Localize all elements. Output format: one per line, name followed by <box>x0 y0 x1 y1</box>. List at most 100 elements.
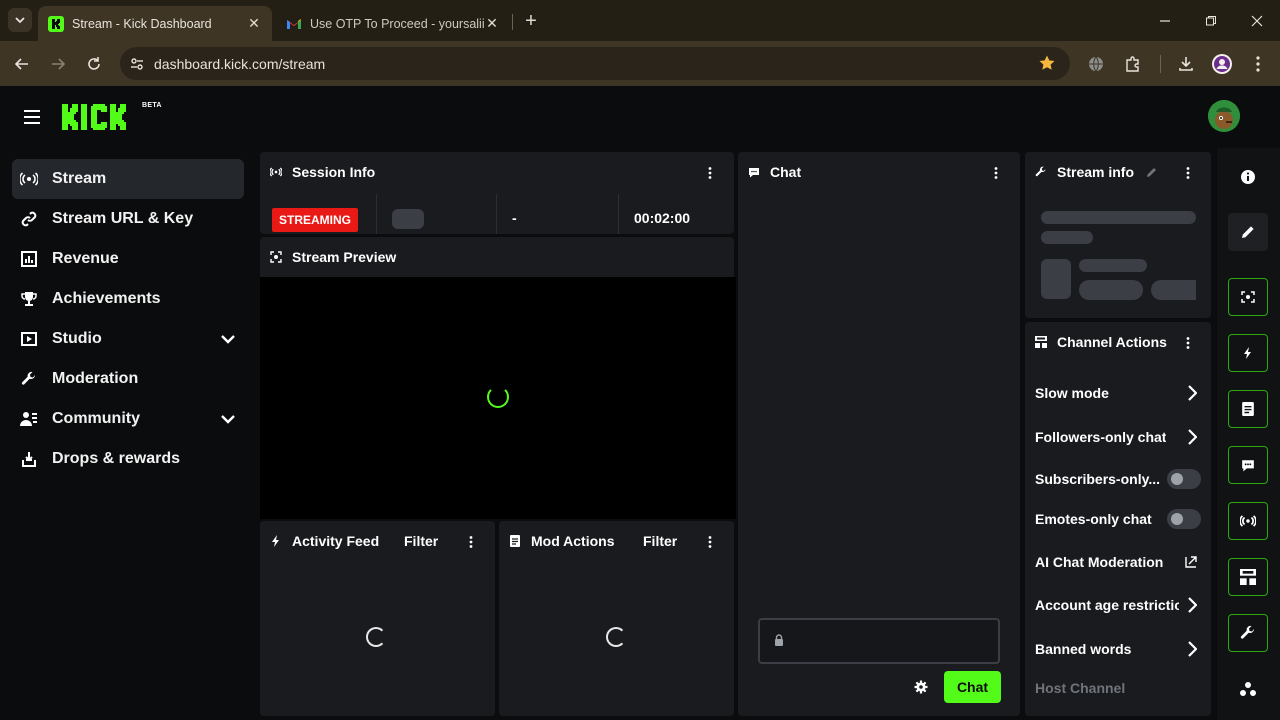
channel-actions-icon <box>1035 336 1047 348</box>
filter-button[interactable]: Filter <box>643 533 677 549</box>
back-button[interactable] <box>10 52 34 76</box>
reload-button[interactable] <box>82 52 106 76</box>
option-label: Emotes-only chat <box>1035 511 1152 527</box>
more-options-icon[interactable] <box>1182 166 1194 180</box>
panel-title: Mod Actions <box>531 533 615 549</box>
minimize-button[interactable] <box>1154 10 1176 32</box>
chat-input[interactable] <box>758 618 1000 664</box>
address-bar[interactable]: dashboard.kick.com/stream <box>120 47 1070 80</box>
edit-icon[interactable] <box>1228 213 1268 251</box>
more-options-icon[interactable] <box>704 166 716 180</box>
restore-button[interactable] <box>1200 10 1222 32</box>
account-age-restriction-option[interactable]: Account age restrictio <box>1035 594 1201 616</box>
chevron-right-icon <box>1187 597 1197 613</box>
toolbar-divider <box>1160 55 1161 73</box>
divider <box>376 194 377 234</box>
option-label: Host Channel <box>1035 680 1126 696</box>
sidebar-item-community[interactable]: Community <box>12 399 244 439</box>
profile-avatar-icon[interactable] <box>1210 52 1234 76</box>
more-options-icon[interactable] <box>704 535 716 549</box>
more-options-icon[interactable] <box>1182 336 1194 350</box>
session-icon[interactable] <box>1228 502 1268 540</box>
mod-actions-icon[interactable] <box>1228 390 1268 428</box>
sidebar-item-moderation[interactable]: Moderation <box>12 359 244 399</box>
subscribers-only-toggle[interactable] <box>1167 469 1201 489</box>
link-icon <box>20 210 38 228</box>
sidebar-item-stream-url-key[interactable]: Stream URL & Key <box>12 199 244 239</box>
loading-spinner <box>606 627 626 647</box>
browser-toolbar: dashboard.kick.com/stream <box>0 41 1280 86</box>
chat-bubble-icon <box>748 166 760 178</box>
close-tab-icon[interactable]: ✕ <box>484 15 500 32</box>
close-tab-icon[interactable]: ✕ <box>246 15 262 32</box>
tab-search-button[interactable] <box>8 8 32 32</box>
sidebar-item-achievements[interactable]: Achievements <box>12 279 244 319</box>
new-tab-button[interactable]: + <box>520 10 542 32</box>
user-avatar[interactable] <box>1208 100 1240 132</box>
kick-favicon <box>48 15 64 32</box>
host-channel-option[interactable]: Host Channel <box>1035 677 1201 699</box>
send-chat-button[interactable]: Chat <box>944 671 1001 703</box>
panel-title: Stream info <box>1057 164 1135 180</box>
forward-button[interactable] <box>46 52 70 76</box>
followers-only-option[interactable]: Followers-only chat <box>1035 426 1201 448</box>
browser-menu-icon[interactable] <box>1246 52 1270 76</box>
emotes-only-toggle[interactable] <box>1167 509 1201 529</box>
chat-settings-gear-icon[interactable] <box>914 680 928 694</box>
activity-icon[interactable] <box>1228 334 1268 372</box>
panel-title: Activity Feed <box>292 533 380 549</box>
moderation-icon[interactable] <box>1228 614 1268 652</box>
extensions-icon[interactable] <box>1121 52 1145 76</box>
users-icon <box>20 410 38 428</box>
kick-logo[interactable] <box>62 102 142 132</box>
download-icon[interactable] <box>1174 52 1198 76</box>
more-options-icon[interactable] <box>990 166 1002 180</box>
close-window-button[interactable] <box>1246 10 1268 32</box>
channel-actions-icon[interactable] <box>1228 558 1268 596</box>
ai-chat-moderation-option[interactable]: AI Chat Moderation <box>1035 551 1201 573</box>
streaming-status-badge: STREAMING <box>272 208 358 232</box>
sidebar-item-drops-rewards[interactable]: Drops & rewards <box>12 439 244 479</box>
loading-spinner <box>366 627 386 647</box>
sidebar-item-label: Community <box>52 410 140 427</box>
menu-icon[interactable] <box>22 108 42 126</box>
kick-header: BETA <box>0 86 1280 148</box>
chevron-down-icon[interactable] <box>220 411 236 427</box>
chat-panel: Chat Chat <box>738 152 1020 716</box>
more-icon[interactable] <box>1228 670 1268 708</box>
sidebar-item-stream[interactable]: Stream <box>12 159 244 199</box>
banned-words-option[interactable]: Banned words <box>1035 638 1201 660</box>
tab-gmail[interactable]: Use OTP To Proceed - yoursaliin ✕ <box>276 6 510 41</box>
studio-icon <box>20 330 38 348</box>
option-label: Subscribers-only... <box>1035 471 1160 487</box>
video-player[interactable] <box>260 277 736 519</box>
tab-title: Stream - Kick Dashboard <box>72 16 212 31</box>
skeleton-thumbnail <box>1041 259 1071 299</box>
filter-button[interactable]: Filter <box>404 533 438 549</box>
chat-icon[interactable] <box>1228 446 1268 484</box>
panel-title: Stream Preview <box>292 249 397 265</box>
more-options-icon[interactable] <box>465 535 477 549</box>
translate-icon[interactable] <box>1084 52 1108 76</box>
edit-pencil-icon[interactable] <box>1146 167 1157 178</box>
browser-tab-bar: Stream - Kick Dashboard ✕ Use OTP To Pro… <box>0 0 1280 41</box>
skeleton-line <box>1041 231 1093 244</box>
tab-divider <box>512 14 513 30</box>
tab-title: Use OTP To Proceed - yoursaliin <box>310 16 484 31</box>
panel-header: Stream Preview <box>260 237 734 277</box>
bookmark-star-icon[interactable] <box>1038 54 1056 72</box>
chevron-down-icon[interactable] <box>220 331 236 347</box>
sidebar-item-studio[interactable]: Studio <box>12 319 244 359</box>
tab-kick-dashboard[interactable]: Stream - Kick Dashboard ✕ <box>38 6 272 41</box>
sidebar-item-label: Stream <box>52 170 107 187</box>
preview-icon[interactable] <box>1228 278 1268 316</box>
sidebar-item-label: Studio <box>52 330 102 347</box>
activity-feed-panel: Activity Feed Filter <box>260 521 495 716</box>
drops-icon <box>20 450 38 468</box>
sidebar-item-revenue[interactable]: Revenue <box>12 239 244 279</box>
site-info-icon[interactable] <box>120 56 154 72</box>
info-icon[interactable] <box>1228 158 1268 196</box>
slow-mode-option[interactable]: Slow mode <box>1035 382 1201 404</box>
broadcast-icon <box>20 170 38 188</box>
stream-preview-panel: Stream Preview <box>260 237 736 519</box>
